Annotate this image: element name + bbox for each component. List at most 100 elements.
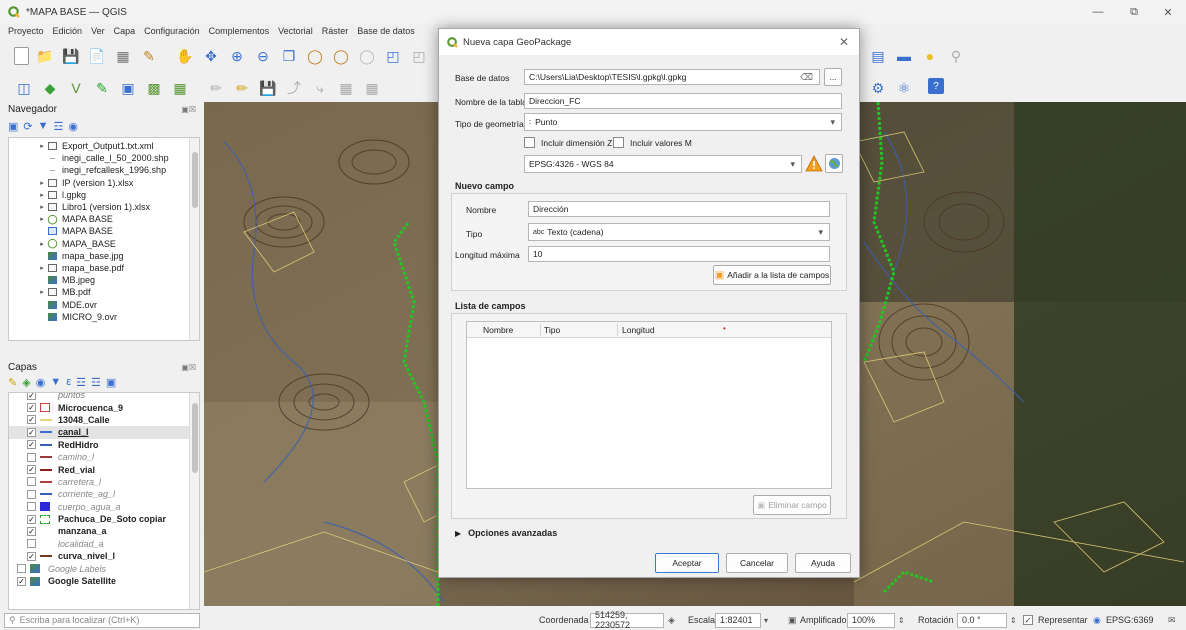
layout-manager-icon[interactable]: ▦ [113,46,133,66]
cancelar-button[interactable]: Cancelar [726,553,788,573]
expand-arrow-icon[interactable]: ▸ [37,288,47,296]
layers-panel-float-close-icon[interactable]: ▣☒ [181,363,196,372]
delete-selected-icon[interactable]: ▦ [362,78,382,98]
zoom-next-icon[interactable]: ◰ [409,46,429,66]
toggle-edit-icon[interactable]: ✏ [232,78,252,98]
menu-capa[interactable]: Capa [114,26,136,36]
layer-visibility-checkbox[interactable] [27,502,36,512]
layer-item[interactable]: ✓ Microcuenca_9 [9,401,191,413]
layer-item[interactable]: ✓ Google Satellite [9,575,191,587]
layer-visibility-checkbox[interactable] [27,539,36,549]
zoom-in-icon[interactable]: ⊕ [227,46,247,66]
menu-raster[interactable]: Ráster [322,26,349,36]
coord-toggle-icon[interactable]: ◈ [668,615,675,626]
layer-visibility-checkbox[interactable] [17,564,26,574]
render-checkbox[interactable]: ✓ [1023,615,1033,625]
layer-visibility-checkbox[interactable]: ✓ [27,440,36,450]
layer-visibility-checkbox[interactable]: ✓ [27,526,36,536]
layer-visibility-checkbox[interactable]: ✓ [27,465,36,475]
tipo-select[interactable]: abc Texto (cadena) [528,223,830,241]
browser-item[interactable]: ▸ ◯ MAPA BASE [9,213,191,225]
longitud-field[interactable]: 10 [528,246,830,262]
layer-visibility-checkbox[interactable] [27,489,36,499]
browser-scrollbar-thumb[interactable] [192,152,198,208]
scale-dropdown-icon[interactable]: ▾ [764,616,768,625]
browser-item[interactable]: ▸ mapa_base.pdf [9,262,191,274]
data-source-manager-icon[interactable]: ◫ [14,78,34,98]
coord-field[interactable]: 514259, 2230572 [590,610,664,630]
refresh-icon[interactable]: ⟳ [23,120,32,133]
ayuda-button[interactable]: Ayuda [795,553,851,573]
layer-visibility-checkbox[interactable]: ✓ [27,551,36,561]
layer-visibility-checkbox[interactable]: ✓ [27,393,36,400]
close-window-icon[interactable]: ✕ [1150,0,1186,24]
layer-visibility-checkbox[interactable] [27,477,36,487]
browser-item[interactable]: ∼ inegi_refcallesk_1996.shp [9,164,191,176]
expand-arrow-icon[interactable]: ▸ [37,203,47,211]
menu-complementos[interactable]: Complementos [209,26,270,36]
clear-path-icon[interactable]: ⌫ [800,72,813,83]
column-tipo[interactable]: Tipo [544,325,560,335]
incluir-m-box[interactable] [613,137,624,148]
rotation-spin-icon[interactable]: ⇕ [1010,616,1017,625]
browser-item[interactable]: MB.jpeg [9,274,191,286]
measure-icon[interactable]: ⚲ [946,46,966,66]
expand-arrow-icon[interactable]: ▸ [37,264,47,272]
menu-ver[interactable]: Ver [91,26,105,36]
delete-field-button[interactable]: ▣ Eliminar campo [753,495,831,515]
aceptar-button[interactable]: Aceptar [655,553,719,573]
layer-item[interactable]: cuerpo_agua_a [9,501,191,513]
layers-scrollbar[interactable] [189,393,199,609]
incluir-z-checkbox[interactable]: Incluir dimensión Z [524,137,612,148]
scale-field[interactable]: 1:82401 [715,612,761,628]
manage-theme-icon[interactable]: ◉ [36,376,46,389]
browser-item[interactable]: MICRO_9.ovr [9,311,191,323]
new-spatialite-icon[interactable]: ▦ [170,78,190,98]
layer-item[interactable]: ✓ Red_vial [9,463,191,475]
expand-arrow-icon[interactable]: ▸ [37,215,47,223]
save-edits-icon[interactable]: 💾 [258,78,278,98]
layer-item[interactable]: Google Labels [9,562,191,574]
layer-item[interactable]: corriente_ag_l [9,488,191,500]
filter-icon[interactable]: ▼ [38,120,49,132]
add-selected-layers-icon[interactable]: ▣ [8,120,18,133]
base-datos-field[interactable]: C:\Users\Lia\Desktop\TESIS\l.gpkg\l.gpkg… [524,69,820,85]
crs-selector-button[interactable] [825,154,843,173]
add-feature-icon[interactable]: ⤴ [284,78,304,98]
browser-scrollbar[interactable] [189,138,199,340]
crs-globe-icon[interactable]: ◉ [1093,615,1101,626]
layer-visibility-checkbox[interactable] [27,452,36,462]
layer-visibility-checkbox[interactable]: ✓ [27,415,36,425]
browser-item[interactable]: MAPA BASE [9,225,191,237]
statistics-icon[interactable]: ▬ [894,46,914,66]
browser-tree[interactable]: ▸ Export_Output1.txt.xml ∼ inegi_calle_l_50… [8,137,200,341]
open-project-icon[interactable]: 📁 [35,46,55,66]
vertex-tool-icon[interactable]: ⤷ [310,78,330,98]
browser-item[interactable]: ▸ Libro1 (version 1).xlsx [9,201,191,213]
browser-item[interactable]: ∼ inegi_calle_l_50_2000.shp [9,152,191,164]
zoom-native-icon[interactable]: ◯ [357,46,377,66]
browser-item[interactable]: ▸ l.gpkg [9,189,191,201]
layer-item[interactable]: ✓ curva_nivel_l [9,550,191,562]
layer-item[interactable]: localidad_a [9,538,191,550]
locator-search[interactable]: ⚲ Escriba para localizar (Ctrl+K) [4,612,200,628]
new-shapefile-icon[interactable]: ▩ [144,78,164,98]
layer-item[interactable]: ✓ RedHidro [9,439,191,451]
plugin-icon[interactable]: ⚙ [868,78,888,98]
nombre-tabla-field[interactable]: Direccion_FC [524,93,842,109]
expand-arrow-icon[interactable]: ▸ [37,240,47,248]
layers-tree[interactable]: ✓ puntos ✓ Microcuenca_9 ✓ 13048_Calle ✓ canal_… [8,392,200,610]
magnifier-field[interactable]: 100% [847,612,895,628]
add-raster-layer-icon[interactable]: V [66,78,86,98]
expand-arrow-icon[interactable]: ▸ [37,142,47,150]
rotation-field[interactable]: 0.0 ° [957,612,1007,628]
new-geopackage-icon[interactable]: ▣ [118,78,138,98]
layer-item[interactable]: ✓ 13048_Calle [9,414,191,426]
annotation-icon[interactable]: ● [920,46,940,66]
messages-icon[interactable]: ✉ [1168,615,1176,626]
remove-layer-icon[interactable]: ▣ [106,376,116,389]
new-project-icon[interactable] [14,47,29,65]
dialog-close-icon[interactable]: ✕ [839,35,849,49]
browser-item[interactable]: ▸ IP (version 1).xlsx [9,177,191,189]
browser-item[interactable]: mapa_base.jpg [9,250,191,262]
